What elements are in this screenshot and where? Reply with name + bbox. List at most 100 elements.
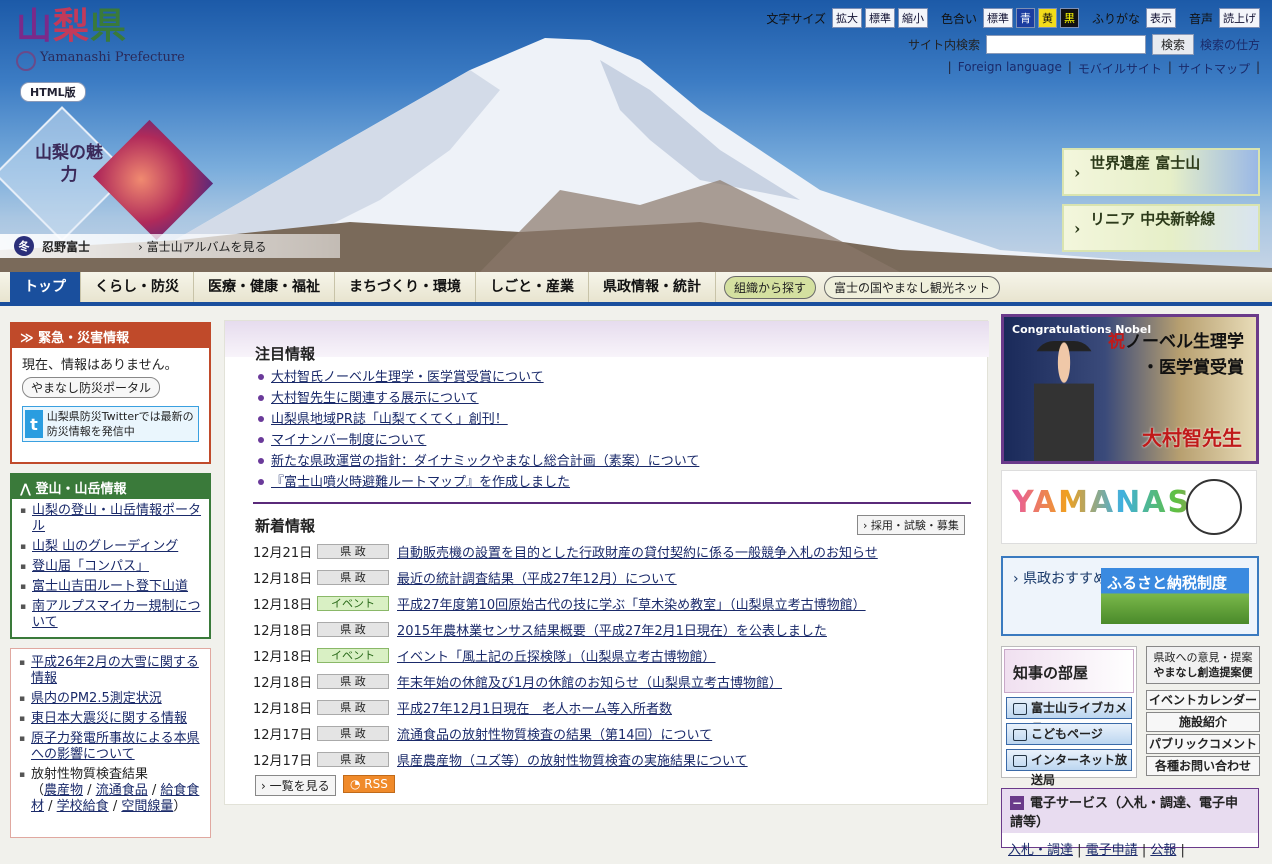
prefecture-logo[interactable]: 山梨県 Yamanashi Prefecture — [16, 6, 185, 71]
proposal-button[interactable]: 県政への意見・提案 やまなし創造提案便 — [1146, 646, 1260, 684]
misc-link[interactable]: 平成26年2月の大雪に関する情報 — [19, 655, 202, 687]
voice-button[interactable]: 読上げ — [1219, 8, 1260, 28]
org-search-button[interactable]: 組織から探す — [724, 275, 817, 299]
news-link[interactable]: 平成27年度第10回原始古代の技に学ぶ「草木染め教室」（山梨県立考古博物館） — [397, 594, 866, 613]
photo-place: 忍野富士 — [42, 239, 91, 254]
search-input[interactable] — [985, 35, 1146, 54]
misc-link[interactable]: 東日本大震災に関する情報 — [19, 711, 202, 727]
featured-item[interactable]: 大村智氏ノーベル生理学・医学賞受賞について — [255, 367, 699, 388]
color-black[interactable]: 黒 — [1059, 8, 1079, 28]
radiation-link[interactable]: 空間線量 — [121, 799, 173, 814]
featured-item[interactable]: 大村智先生に関連する展示について — [255, 388, 699, 409]
tourism-link[interactable]: 富士の国やまなし観光ネット — [824, 275, 1001, 299]
rss-button[interactable]: ◔ RSS — [343, 775, 395, 793]
color-standard[interactable]: 標準 — [982, 8, 1013, 28]
radiation-link[interactable]: 農産物 — [44, 783, 83, 798]
news-link[interactable]: 年末年始の休館及び1月の休館のお知らせ（山梨県立考古博物館） — [397, 672, 782, 691]
news-list-button[interactable]: › 一覧を見る — [255, 775, 336, 796]
nav-medical[interactable]: 医療・健康・福祉 — [194, 272, 335, 302]
governor-room-link[interactable]: 知事の部屋 — [1004, 649, 1134, 693]
news-link[interactable]: 自動販売機の設置を目的とした行政財産の貸付契約に係る一般競争入札のお知らせ — [397, 542, 878, 561]
featured-item[interactable]: 『富士山噴火時避難ルートマップ』を作成しました — [255, 472, 699, 493]
radiation-link[interactable]: 流通食品 — [96, 783, 148, 798]
main-content: 注目情報 大村智氏ノーベル生理学・医学賞受賞について 大村智先生に関連する展示に… — [224, 320, 989, 805]
news-tag: イベント — [317, 647, 389, 663]
mountain-link[interactable]: 南アルプスマイカー規制について — [20, 599, 201, 631]
nobel-banner[interactable]: Congratulations Nobel 祝ノーベル生理学 ・医学賞受賞 大村智… — [1001, 314, 1259, 464]
kids-page-button[interactable]: こどもページ — [1006, 723, 1132, 745]
gazette-link[interactable]: 公報 — [1150, 843, 1176, 858]
news-tag: イベント — [317, 595, 389, 611]
emergency-status: 現在、情報はありません。 — [22, 358, 178, 373]
mountain-link[interactable]: 登山届「コンパス」 — [20, 559, 201, 575]
news-link[interactable]: イベント「風土記の丘探検隊」（山梨県立考古博物館） — [397, 646, 716, 665]
news-title: 新着情報 — [255, 517, 316, 535]
public-comment-button[interactable]: パブリックコメント — [1146, 734, 1260, 754]
news-link[interactable]: 県産農産物（ユズ等）の放射性物質検査の実施結果について — [397, 750, 748, 769]
nobel-headline: 祝ノーベル生理学 ・医学賞受賞 — [1108, 332, 1244, 378]
color-blue[interactable]: 青 — [1015, 8, 1035, 28]
nav-top[interactable]: トップ — [10, 272, 81, 302]
featured-item[interactable]: 山梨県地域PR誌「山梨てくてく」創刊！ — [255, 409, 699, 430]
foreign-language-link[interactable]: Foreign language — [958, 60, 1062, 77]
collapse-icon[interactable]: − — [1010, 796, 1024, 810]
featured-title: 注目情報 — [255, 345, 316, 363]
miryoku-label[interactable]: 山梨の魅力 — [34, 142, 104, 186]
news-row: 12月17日県 政流通食品の放射性物質検査の結果（第14回）について — [253, 723, 712, 743]
photo-caption: 冬 忍野富士 › 富士山アルバムを見る — [0, 234, 340, 258]
news-link[interactable]: 2015年農林業センサス結果概要（平成27年2月1日現在）を公表しました — [397, 620, 827, 639]
world-heritage-fuji-banner[interactable]: 世界遺産 富士山 — [1062, 148, 1260, 196]
nav-government[interactable]: 県政情報・統計 — [589, 272, 716, 302]
news-row: 12月18日 イベント イベント「風土記の丘探検隊」（山梨県立考古博物館） — [253, 645, 716, 665]
misc-link[interactable]: 県内のPM2.5測定状況 — [19, 691, 202, 707]
nav-town[interactable]: まちづくり・環境 — [335, 272, 476, 302]
vine-decoration — [225, 321, 989, 357]
e-application-link[interactable]: 電子申請 — [1086, 843, 1138, 858]
site-search: サイト内検索 検索 検索の仕方 — [908, 34, 1260, 55]
font-size-standard[interactable]: 標準 — [864, 8, 895, 28]
news-link[interactable]: 流通食品の放射性物質検査の結果（第14回）について — [397, 724, 712, 743]
linear-shinkansen-banner[interactable]: リニア 中央新幹線 — [1062, 204, 1260, 252]
mobile-site-link[interactable]: モバイルサイト — [1078, 60, 1162, 77]
nav-work[interactable]: しごと・産業 — [476, 272, 589, 302]
search-button[interactable]: 検索 — [1151, 34, 1194, 55]
featured-item[interactable]: 新たな県政運営の指針：ダイナミックやまなし総合計画（素案）について — [255, 451, 699, 472]
sitemap-link[interactable]: サイトマップ — [1178, 60, 1250, 77]
mountain-title: ⋀ 登山・山岳情報 — [12, 475, 209, 499]
internet-broadcast-button[interactable]: インターネット放送局 — [1006, 749, 1132, 787]
hello-kitty-banner[interactable]: YAMANASHI — [1001, 470, 1257, 544]
search-help-link[interactable]: 検索の仕方 — [1200, 36, 1260, 53]
html-version-button[interactable]: HTML版 — [20, 82, 86, 102]
furigana-button[interactable]: 表示 — [1145, 8, 1176, 28]
facility-button[interactable]: 施設紹介 — [1146, 712, 1260, 732]
mountain-link[interactable]: 山梨の登山・山岳情報ポータル — [20, 503, 201, 535]
twitter-banner[interactable]: t 山梨県防災Twitterでは最新の防災情報を発信中 — [22, 406, 199, 442]
album-link[interactable]: › 富士山アルバムを見る — [138, 238, 267, 255]
news-row: 12月18日県 政年末年始の休館及び1月の休館のお知らせ（山梨県立考古博物館） — [253, 671, 782, 691]
radiation-link[interactable]: 学校給食 — [57, 799, 109, 814]
featured-item[interactable]: マイナンバー制度について — [255, 430, 699, 451]
voice-label: 音声 — [1188, 11, 1213, 26]
color-yellow[interactable]: 黄 — [1037, 8, 1057, 28]
misc-link[interactable]: 原子力発電所事故による本県への影響について — [19, 731, 202, 763]
e-services-box: − 電子サービス（入札・調達、電子申請等） 入札・調達 | 電子申請 | 公報 | — [1001, 788, 1259, 858]
fuji-live-camera-button[interactable]: 富士山ライブカメラ — [1006, 697, 1132, 735]
mountain-link[interactable]: 富士山吉田ルート登下山道 — [20, 579, 201, 595]
nav-living[interactable]: くらし・防災 — [81, 272, 194, 302]
event-calendar-button[interactable]: イベントカレンダー — [1146, 690, 1260, 710]
accessibility-toolbar: 文字サイズ 拡大 標準 縮小 色合い 標準 青 黄 黒 ふりがな 表示 音声 読… — [756, 8, 1260, 28]
news-link[interactable]: 平成27年12月1日現在 老人ホーム等入所者数 — [397, 698, 672, 717]
bousai-portal-button[interactable]: やまなし防災ポータル — [22, 377, 161, 398]
recruit-button[interactable]: › 採用・試験・募集 — [857, 515, 965, 535]
bidding-link[interactable]: 入札・調達 — [1008, 843, 1073, 858]
font-size-shrink[interactable]: 縮小 — [897, 8, 928, 28]
font-size-enlarge[interactable]: 拡大 — [831, 8, 862, 28]
inquiry-button[interactable]: 各種お問い合わせ — [1146, 756, 1260, 776]
color-label: 色合い — [940, 11, 977, 26]
mountain-link[interactable]: 山梨 山のグレーディング — [20, 539, 201, 555]
news-link[interactable]: 最近の統計調査結果（平成27年12月）について — [397, 568, 677, 587]
portrait-image — [1034, 341, 1094, 461]
news-tag: 県 政 — [317, 725, 389, 741]
news-row: 12月18日 イベント 平成27年度第10回原始古代の技に学ぶ「草木染め教室」（山梨… — [253, 593, 866, 613]
furusato-banner[interactable]: ふるさと納税制度 — [1101, 568, 1249, 624]
